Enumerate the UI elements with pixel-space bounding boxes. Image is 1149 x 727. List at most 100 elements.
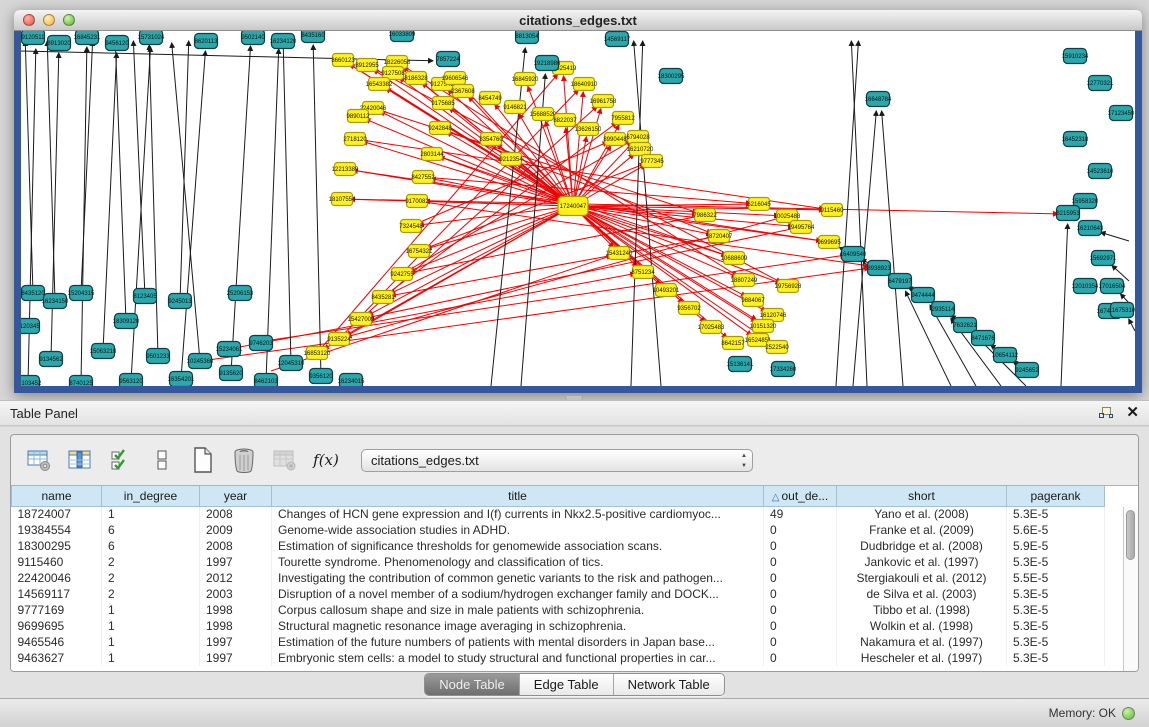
graph-node[interactable]: 17123450 [1108, 106, 1135, 121]
graph-node[interactable]: 6216045 [747, 198, 771, 211]
graph-node[interactable]: 8435281 [371, 291, 395, 304]
graph-node[interactable]: 2522540 [765, 341, 789, 354]
graph-node[interactable]: 9242755 [390, 268, 414, 281]
tab-edge-table[interactable]: Edge Table [520, 674, 614, 695]
graph-node[interactable]: 12045310 [278, 356, 305, 371]
graph-node[interactable]: 9242848 [428, 122, 452, 135]
graph-node[interactable]: 16845920 [512, 73, 539, 86]
graph-node[interactable]: 15910234 [1062, 49, 1089, 64]
graph-node[interactable]: 15431240 [606, 247, 633, 260]
graph-node[interactable]: 9890112 [347, 110, 371, 123]
table-row[interactable]: 977716911998Corpus callosum shape and si… [12, 602, 1105, 618]
column-header-short[interactable]: short [837, 486, 1007, 506]
graph-node[interactable]: 7986322 [693, 209, 717, 222]
graph-node[interactable]: 25206153 [227, 286, 254, 301]
graph-node[interactable]: 17025483 [698, 321, 725, 334]
graph-node[interactable]: 6479197 [888, 274, 912, 289]
graph-node[interactable]: 17016504 [1099, 279, 1126, 294]
graph-node[interactable]: 18807249 [731, 274, 758, 287]
graph-node[interactable]: 6794028 [626, 131, 650, 144]
graph-node[interactable]: 2935114 [932, 302, 956, 317]
graph-node[interactable]: 11675310 [1109, 303, 1135, 318]
tab-network-table[interactable]: Network Table [614, 674, 724, 695]
graph-node[interactable]: 8427552 [411, 171, 435, 184]
graph-node[interactable]: 9170082 [405, 195, 429, 208]
graph-node[interactable]: 18300295 [658, 69, 685, 84]
graph-node[interactable]: 8813054 [515, 31, 539, 44]
graph-node[interactable]: 9120345 [21, 319, 40, 334]
graph-node[interactable]: 9502140 [241, 31, 265, 45]
graph-node[interactable]: 9134562 [39, 352, 63, 367]
graph-node[interactable]: 18309120 [113, 314, 140, 329]
graph-node[interactable]: 18107554 [329, 193, 356, 206]
graph-node[interactable]: 2367608 [451, 85, 475, 98]
graph-node[interactable]: 15692971 [1090, 251, 1117, 266]
graph-node[interactable]: 8990448 [603, 133, 627, 146]
network-canvas[interactable]: 8660123891295518226058912750816543382818… [21, 31, 1135, 386]
column-header-year[interactable]: year [200, 486, 272, 506]
table-row[interactable]: 1872400712008Changes of HCN gene express… [12, 506, 1105, 522]
table-row[interactable]: 1456911722003Disruption of a novel membe… [12, 586, 1105, 602]
graph-node[interactable]: 8454749 [478, 92, 502, 105]
table-row[interactable]: 1830029562008Estimation of significance … [12, 538, 1105, 554]
graph-node[interactable]: 10688609 [721, 252, 748, 265]
graph-node[interactable]: 15136141 [727, 357, 754, 372]
graph-node[interactable]: 16234150 [42, 294, 69, 309]
graph-node[interactable]: 10245360 [187, 354, 214, 369]
graph-node[interactable]: 8740125 [69, 376, 93, 387]
graph-node[interactable]: 16452318 [1062, 132, 1089, 147]
close-panel-icon[interactable]: ✕ [1126, 405, 1139, 421]
graph-node[interactable]: 9120511 [22, 31, 46, 45]
graph-node[interactable]: 9146821 [503, 101, 527, 114]
graph-node[interactable]: 8938923 [867, 261, 891, 276]
table-row[interactable]: 911546021997Tourette syndrome. Phenomeno… [12, 554, 1105, 570]
graph-node[interactable]: 8471676 [971, 331, 995, 346]
graph-node[interactable]: 9115460 [821, 204, 845, 217]
graph-node[interactable]: 8435160 [301, 31, 325, 43]
graph-node[interactable]: 14569117 [604, 32, 631, 47]
graph-node[interactable]: 2718120 [343, 133, 367, 146]
graph-node[interactable]: 16845231 [74, 31, 101, 45]
new-document-icon[interactable] [189, 445, 217, 475]
graph-node[interactable]: 12010354 [1072, 279, 1099, 294]
graph-node[interactable]: 15204315 [68, 286, 95, 301]
graph-node[interactable]: 19218986 [534, 56, 561, 71]
graph-node[interactable]: 8642157 [721, 337, 745, 350]
trash-icon[interactable] [230, 445, 258, 475]
checklist-icon[interactable] [107, 445, 135, 475]
graph-node[interactable]: 13626150 [575, 123, 602, 136]
table-vertical-scrollbar[interactable] [1123, 507, 1138, 671]
graph-node[interactable]: 16648784 [865, 92, 892, 107]
table-settings-icon[interactable] [25, 445, 53, 475]
graph-node[interactable]: 9474444 [911, 288, 935, 303]
graph-node[interactable]: 18640910 [571, 78, 598, 91]
graph-node[interactable]: 15063218 [90, 344, 117, 359]
graph-node[interactable]: 15427009 [348, 313, 375, 326]
graph-node[interactable]: 16033809 [389, 31, 416, 42]
graph-node[interactable]: 16961758 [590, 95, 617, 108]
graph-node[interactable]: 9212354 [499, 153, 523, 166]
table-row[interactable]: 946362711997Embryonic stem cells: a mode… [12, 650, 1105, 666]
graph-node[interactable]: 8822037 [553, 114, 577, 127]
graph-node[interactable]: 10654112 [992, 348, 1019, 363]
rows-icon[interactable] [148, 445, 176, 475]
graph-node[interactable]: 8215953 [1056, 206, 1080, 221]
graph-node[interactable]: 9456120 [105, 36, 129, 51]
table-row[interactable]: 2242004622012Investigating the contribut… [12, 570, 1105, 586]
graph-node[interactable]: 9135620 [219, 366, 243, 381]
graph-node[interactable]: 9135224 [327, 333, 351, 346]
table-row[interactable]: 969969511998Structural magnetic resonanc… [12, 618, 1105, 634]
graph-node[interactable]: 19606546 [442, 72, 469, 85]
graph-node[interactable]: 10151320 [750, 320, 777, 333]
graph-node[interactable]: 8123405 [133, 289, 157, 304]
graph-node[interactable]: 16210720 [627, 143, 654, 156]
graph-node[interactable]: 9245013 [168, 294, 192, 309]
scrollbar-thumb[interactable] [1126, 510, 1135, 560]
graph-node[interactable]: 9746203 [249, 336, 273, 351]
graph-node[interactable]: 12213389 [332, 163, 359, 176]
graph-node[interactable]: 8912955 [355, 59, 379, 72]
function-icon[interactable]: f(x) [312, 445, 340, 475]
column-header-title[interactable]: title [272, 486, 764, 506]
graph-node[interactable]: 15731024 [138, 31, 165, 45]
graph-node[interactable]: 16409540 [840, 247, 867, 262]
